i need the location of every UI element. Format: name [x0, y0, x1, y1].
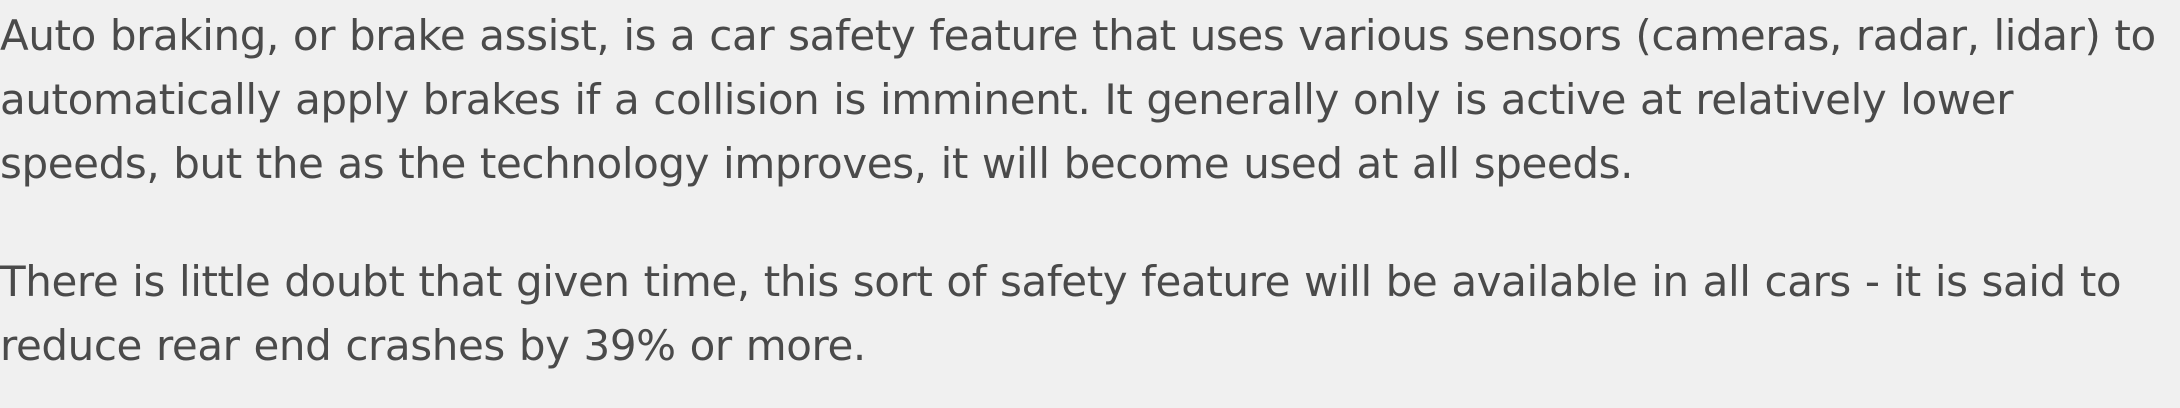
paragraph-line: There is little doubt that given time, t…: [0, 257, 2122, 306]
paragraph-line: automatically apply brakes if a collisio…: [0, 75, 2014, 124]
article-body: Auto braking, or brake assist, is a car …: [0, 0, 2180, 408]
paragraph-auto-braking: Auto braking, or brake assist, is a car …: [0, 4, 2174, 196]
paragraph-availability: There is little doubt that given time, t…: [0, 250, 2174, 378]
paragraph-line: reduce rear end crashes by 39% or more.: [0, 321, 866, 370]
paragraph-line: Auto braking, or brake assist, is a car …: [0, 11, 2156, 60]
paragraph-line: speeds, but the as the technology improv…: [0, 139, 1634, 188]
